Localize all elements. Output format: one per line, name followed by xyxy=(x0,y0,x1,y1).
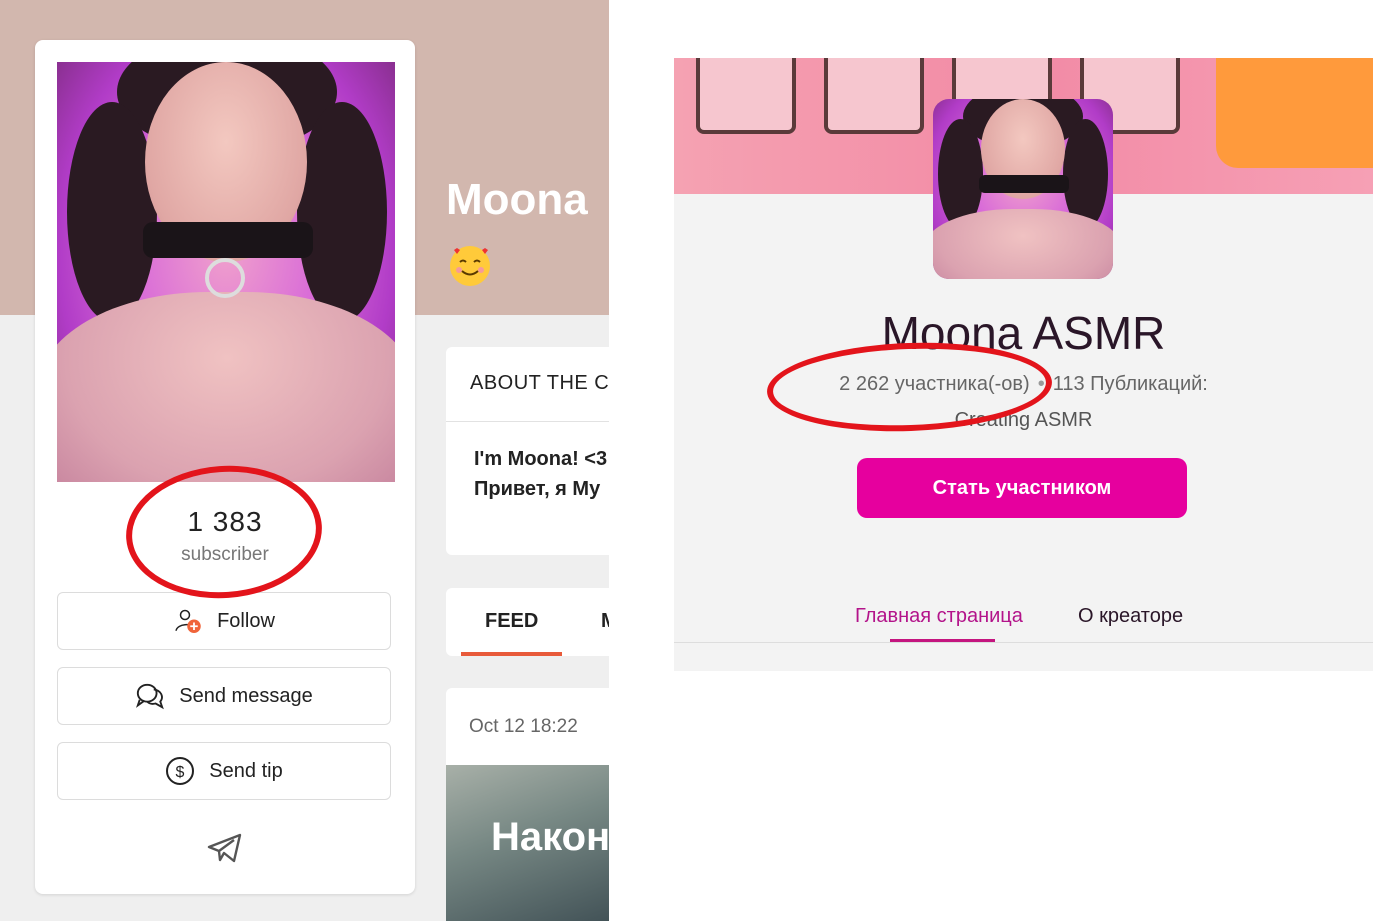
about-text-line: Привет, я Му xyxy=(474,478,601,500)
tagline: Creating ASMR xyxy=(954,409,1093,431)
post-date: Oct 12 18:22 xyxy=(469,716,578,737)
publication-count: 113 Публикаций: xyxy=(1052,373,1208,395)
tab-bar: FEED M xyxy=(446,588,609,656)
about-card: ABOUT THE C I'm Moona! <3 Привет, я Му xyxy=(446,347,609,555)
send-message-button[interactable]: Send message xyxy=(57,667,391,725)
telegram-icon[interactable] xyxy=(207,832,243,864)
active-tab-indicator xyxy=(461,652,562,656)
follow-label: Follow xyxy=(217,609,275,632)
avatar[interactable] xyxy=(57,62,395,482)
banner-accent-block xyxy=(1216,58,1373,168)
tab-m[interactable]: M xyxy=(601,610,609,633)
tab-feed[interactable]: FEED xyxy=(485,610,538,633)
add-user-icon xyxy=(173,606,203,636)
creator-name: Moona xyxy=(446,175,588,224)
dollar-coin-icon: $ xyxy=(165,756,195,786)
left-screenshot: 1 383 subscriber Follow Send message $ S… xyxy=(0,0,609,921)
avatar[interactable] xyxy=(933,99,1113,279)
smiling-face-with-hearts-icon xyxy=(448,244,494,290)
post-card[interactable]: Oct 12 18:22 Након xyxy=(446,688,609,921)
send-tip-label: Send tip xyxy=(209,759,283,782)
about-title: ABOUT THE C xyxy=(470,372,609,394)
tab-main-page[interactable]: Главная страница xyxy=(855,605,1023,628)
send-message-label: Send message xyxy=(179,684,313,707)
chat-bubbles-icon xyxy=(135,681,165,711)
join-button[interactable]: Стать участником xyxy=(857,458,1187,518)
about-text-line: I'm Moona! <3 xyxy=(474,448,608,470)
divider xyxy=(446,421,609,422)
send-tip-button[interactable]: $ Send tip xyxy=(57,742,391,800)
tab-about-creator[interactable]: О креаторе xyxy=(1078,605,1183,628)
divider xyxy=(674,642,1373,643)
post-image[interactable]: Након xyxy=(446,765,609,921)
creator-name: Moona ASMR xyxy=(881,307,1166,359)
post-image-text: Након xyxy=(491,815,609,859)
follow-button[interactable]: Follow xyxy=(57,592,391,650)
svg-text:$: $ xyxy=(176,764,185,781)
